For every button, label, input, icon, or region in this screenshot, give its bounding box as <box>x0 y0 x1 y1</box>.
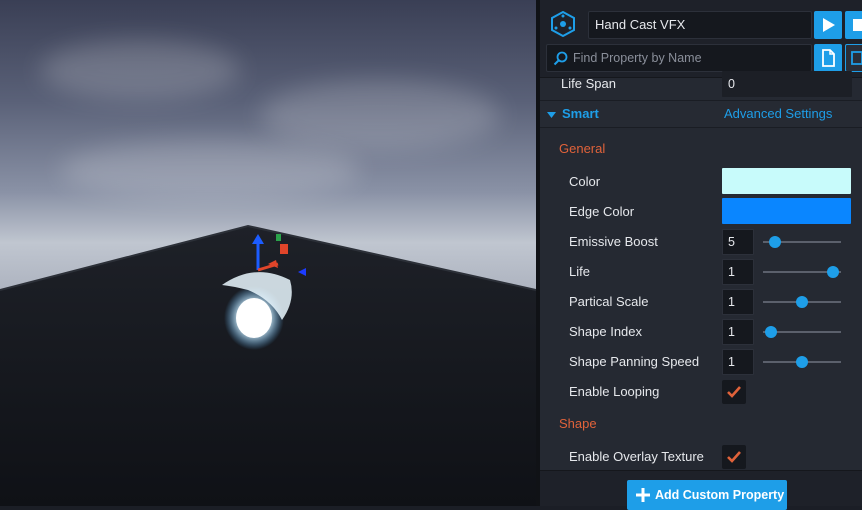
life-input[interactable]: 1 <box>722 259 754 285</box>
plus-icon <box>636 488 650 502</box>
partical-scale-slider-knob[interactable] <box>796 296 808 308</box>
stop-icon <box>853 19 862 31</box>
play-icon <box>823 18 835 32</box>
shape-panning-speed-input[interactable]: 1 <box>722 349 754 375</box>
property-color: Color <box>540 167 862 197</box>
shape-index-input[interactable]: 1 <box>722 319 754 345</box>
search-input[interactable] <box>573 45 809 71</box>
shape-index-label: Shape Index <box>569 324 643 339</box>
enable-overlay-texture-label: Enable Overlay Texture <box>569 449 704 464</box>
smart-object-icon <box>551 11 575 37</box>
properties-panel: Hand Cast VFX Find Property by Name Life… <box>540 0 862 510</box>
panel-toolbar: Hand Cast VFX <box>540 0 862 78</box>
edge-color-label: Edge Color <box>569 204 635 219</box>
life-span-input[interactable]: 0 <box>722 71 852 97</box>
property-emissive-boost: Emissive Boost 5 <box>540 227 862 257</box>
property-life: Life 1 <box>540 257 862 287</box>
copy-icon <box>851 51 862 65</box>
ground-plane <box>0 224 536 506</box>
property-partical-scale: Partical Scale 1 <box>540 287 862 317</box>
viewport-3d[interactable] <box>0 0 536 506</box>
life-slider-knob[interactable] <box>827 266 840 278</box>
color-label: Color <box>569 174 601 189</box>
emissive-boost-slider-knob[interactable] <box>769 236 782 248</box>
copy-button[interactable] <box>845 44 862 72</box>
emissive-boost-label: Emissive Boost <box>569 234 658 249</box>
checkmark-icon <box>727 386 741 398</box>
document-icon <box>822 49 835 67</box>
panel-footer: Add Custom Property <box>540 470 862 510</box>
play-button[interactable] <box>814 11 842 39</box>
search-icon <box>553 51 568 66</box>
enable-looping-label: Enable Looping <box>569 384 660 399</box>
add-custom-property-label: Add Custom Property <box>655 488 785 502</box>
enable-overlay-texture-checkbox[interactable] <box>722 445 746 469</box>
property-search[interactable] <box>546 44 812 72</box>
property-edge-color: Edge Color <box>540 197 862 227</box>
edge-color-swatch[interactable] <box>722 198 851 224</box>
group-shape-header: Shape <box>559 416 597 431</box>
emissive-boost-input[interactable]: 5 <box>722 229 754 255</box>
property-shape-panning-speed: Shape Panning Speed 1 <box>540 347 862 377</box>
stop-button[interactable] <box>845 11 862 39</box>
life-label: Life <box>569 264 590 279</box>
document-button[interactable] <box>814 44 842 72</box>
life-span-label: Life Span <box>561 76 616 91</box>
group-general-header: General <box>559 141 606 156</box>
property-enable-overlay-texture: Enable Overlay Texture <box>540 442 862 472</box>
property-shape-index: Shape Index 1 <box>540 317 862 347</box>
object-name-field[interactable]: Hand Cast VFX <box>588 11 812 39</box>
partical-scale-input[interactable]: 1 <box>722 289 754 315</box>
smart-section-header[interactable]: Smart Advanced Settings <box>540 100 862 128</box>
color-swatch[interactable] <box>722 168 851 194</box>
checkmark-icon <box>727 451 741 463</box>
enable-looping-checkbox[interactable] <box>722 380 746 404</box>
shape-panning-speed-label: Shape Panning Speed <box>569 354 700 369</box>
smart-section-title: Smart <box>562 106 599 121</box>
property-life-span: Life Span 0 <box>540 69 862 99</box>
chevron-down-icon <box>547 112 556 118</box>
property-enable-looping: Enable Looping <box>540 377 862 407</box>
partical-scale-label: Partical Scale <box>569 294 649 309</box>
shape-panning-speed-slider-knob[interactable] <box>796 356 808 368</box>
advanced-settings-link[interactable]: Advanced Settings <box>724 101 832 127</box>
shape-index-slider-knob[interactable] <box>764 326 777 338</box>
